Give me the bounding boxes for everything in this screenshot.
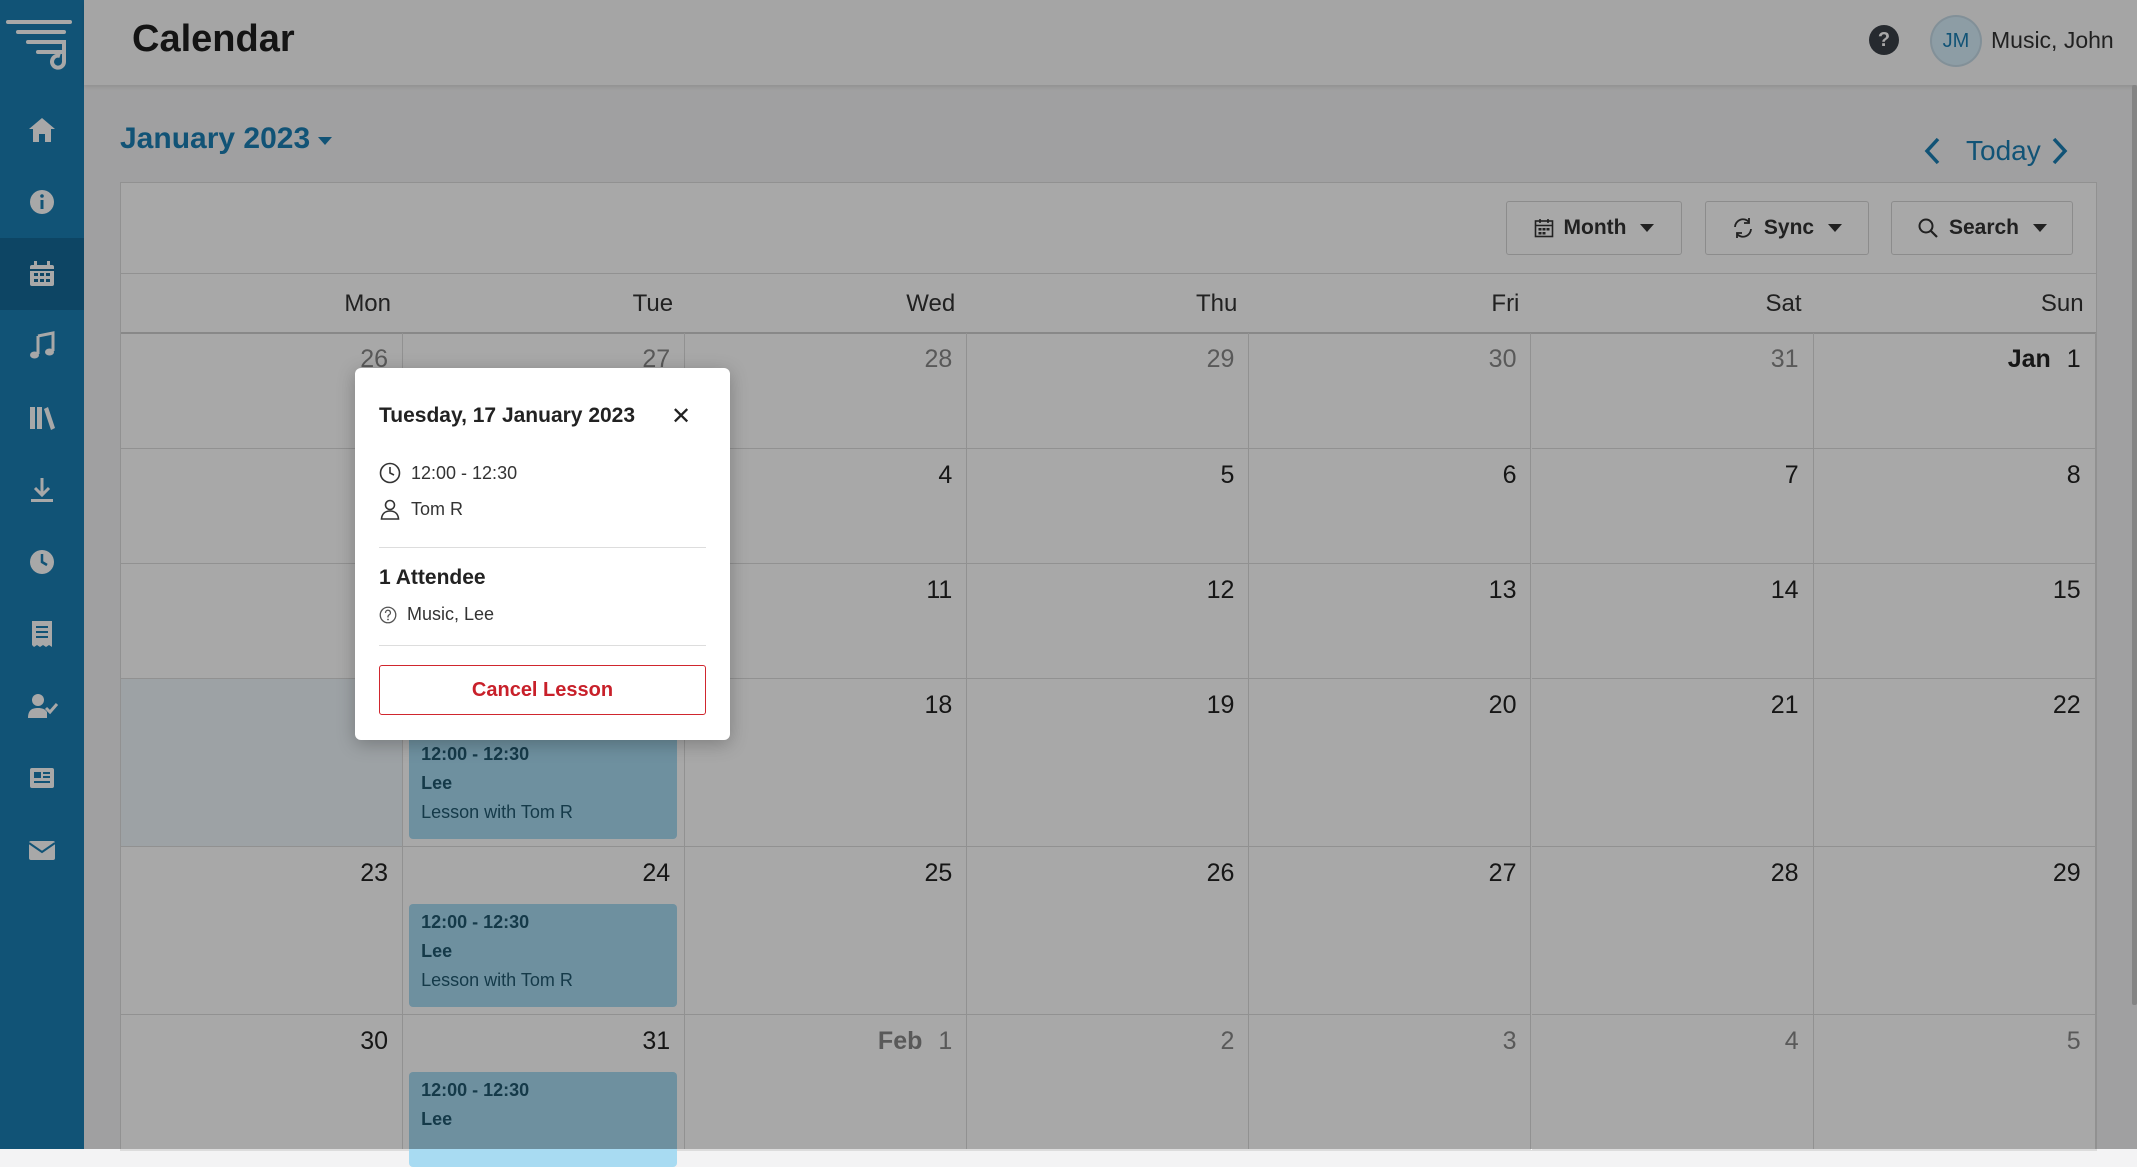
modal-backdrop[interactable] [0,0,2137,1149]
event-teacher: Tom R [411,498,464,519]
divider [379,645,706,646]
event-time-row: 12:00 - 12:30 [379,462,517,484]
question-circle-icon [379,606,397,623]
attendee-name: Music, Lee [407,604,495,624]
event-time: 12:00 - 12:30 [411,462,518,483]
event-detail-popup: Tuesday, 17 January 2023 ✕ 12:00 - 12:30… [355,368,730,740]
popup-title: Tuesday, 17 January 2023 [379,404,636,427]
divider [379,547,706,548]
attendees-heading: 1 Attendee [379,566,486,589]
clock-icon [379,462,401,484]
cancel-lesson-button[interactable]: Cancel Lesson [379,665,706,715]
event-teacher-row: Tom R [379,498,463,520]
person-icon [380,499,400,520]
close-icon[interactable]: ✕ [667,402,695,430]
attendee-row: Music, Lee [379,604,494,625]
